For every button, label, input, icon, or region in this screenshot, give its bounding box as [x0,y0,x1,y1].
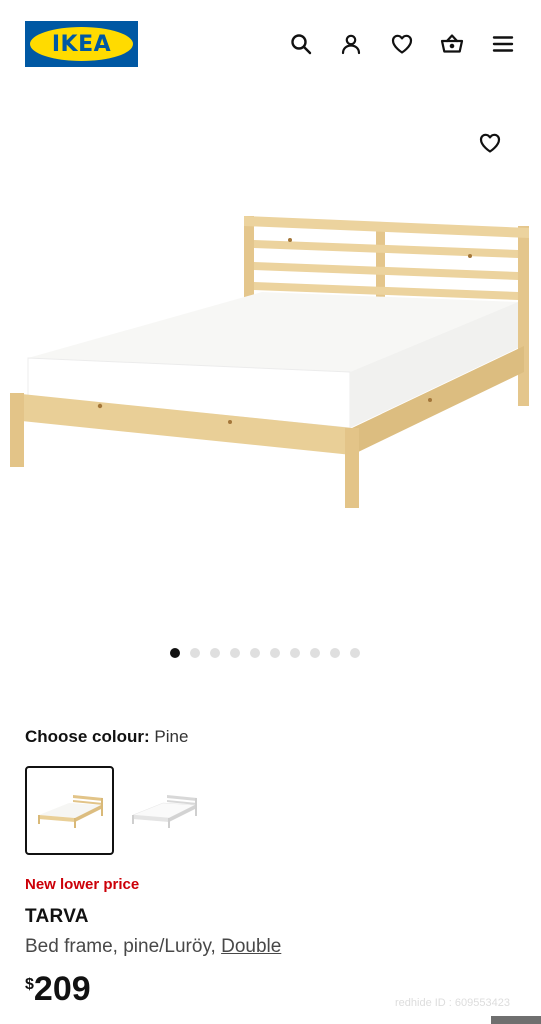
gallery-dot[interactable] [330,648,340,658]
gallery-dot[interactable] [250,648,260,658]
logo-text: IKEA [51,31,112,57]
bed-illustration [10,216,529,508]
colour-swatch-pine[interactable] [25,766,114,855]
search-icon[interactable] [287,30,315,58]
ikea-logo[interactable]: IKEA [25,21,138,67]
product-description: Bed frame, pine/Luröy, Double [25,936,281,958]
gallery-dot[interactable] [190,648,200,658]
gallery-dot[interactable] [270,648,280,658]
corner-bar [491,1016,541,1024]
logo-oval: IKEA [30,27,133,61]
menu-icon[interactable] [489,30,517,58]
colour-label: Choose colour: [25,727,150,746]
new-lower-price-badge: New lower price [25,876,140,893]
add-to-favourites-icon[interactable] [476,129,504,157]
product-price: $ 209 [25,970,91,1009]
price-amount: 209 [33,970,91,1008]
pine-bed-thumbnail [37,794,103,828]
colour-swatch-white[interactable] [119,766,208,855]
gallery-dot[interactable] [290,648,300,658]
colour-value: Pine [154,727,189,746]
watermark-text: redhide ID : 609553423 [395,997,510,1009]
product-description-text: Bed frame, pine/Luröy, [25,936,222,957]
gallery-dot[interactable] [310,648,320,658]
product-image[interactable] [0,195,541,525]
gallery-pagination [170,648,360,660]
product-name: TARVA [25,906,89,927]
user-icon[interactable] [337,30,365,58]
size-link[interactable]: Double [221,936,281,957]
white-bed-thumbnail [131,794,197,828]
colour-chooser-label: Choose colour: Pine [25,727,188,747]
price-currency: $ [25,976,34,993]
gallery-dot[interactable] [350,648,360,658]
gallery-dot[interactable] [210,648,220,658]
top-navigation: IKEA [0,0,541,90]
gallery-dot[interactable] [170,648,180,658]
heart-icon[interactable] [388,30,416,58]
gallery-dot[interactable] [230,648,240,658]
basket-icon[interactable] [438,30,466,58]
